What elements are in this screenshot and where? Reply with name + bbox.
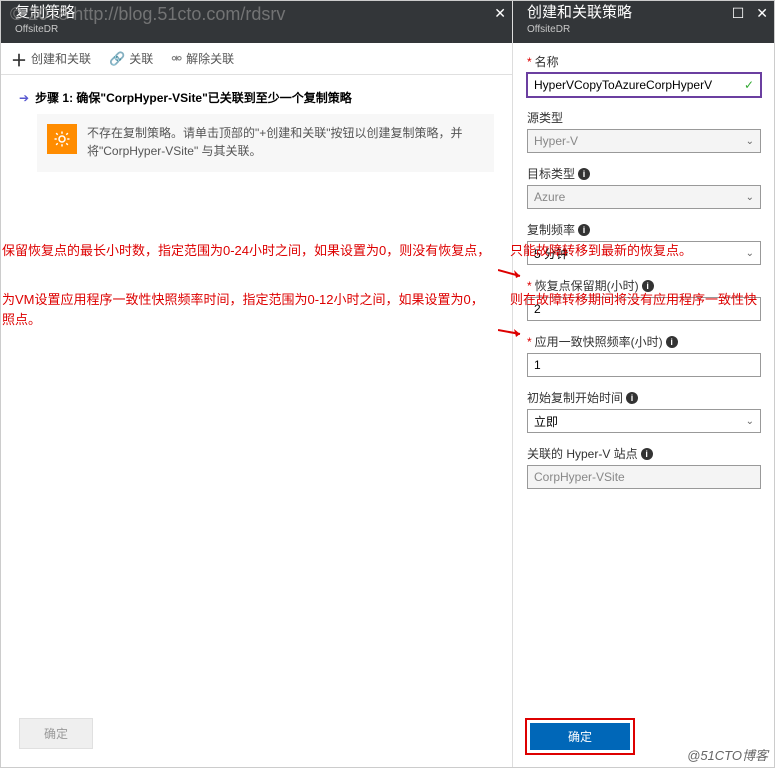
annotation-2a: 为VM设置应用程序一致性快照频率时间，指定范围为0-12小时之间，如果设置为0， (2, 289, 510, 311)
info-icon[interactable]: i (578, 168, 590, 180)
annotation-2c: 照点。 (2, 309, 41, 331)
annotation-1a: 保留恢复点的最长小时数，指定范围为0-24小时之间，如果设置为0，则没有恢复点， (2, 240, 510, 262)
input-app-snap-value: 1 (534, 358, 541, 372)
input-assoc-site: CorpHyper-VSite (527, 465, 761, 489)
left-footer: 确定 (1, 708, 512, 767)
field-app-snap: *应用一致快照频率(小时)i 1 (527, 333, 762, 377)
close-icon[interactable]: ✕ (494, 5, 506, 22)
watermark-top: © 2018 http://blog.51cto.com/rdsrv (10, 4, 285, 25)
right-panel: 创建和关联策略 OffsiteDR ☐ ✕ *名称 HyperVCopyToAz… (513, 1, 774, 767)
app-container: 复制策略 OffsiteDR ✕ ＋ 创建和关联 🔗 关联 ⚮ 解除关联 ➔ 步… (0, 0, 775, 768)
wrench-icon (47, 124, 77, 154)
plus-icon: ＋ (11, 47, 27, 71)
check-icon: ✓ (744, 78, 754, 92)
toolbar-link-label: 关联 (129, 50, 153, 67)
select-target-type[interactable]: Azure ⌄ (527, 185, 761, 209)
info-icon[interactable]: i (626, 392, 638, 404)
toolbar-unlink[interactable]: ⚮ 解除关联 (171, 50, 234, 67)
field-assoc-site: 关联的 Hyper-V 站点i CorpHyper-VSite (527, 445, 762, 489)
info-box: 不存在复制策略。请单击顶部的"+创建和关联"按钮以创建复制策略，并将"CorpH… (37, 114, 494, 172)
maximize-icon[interactable]: ☐ (732, 5, 745, 22)
info-icon[interactable]: i (641, 448, 653, 460)
right-panel-header: 创建和关联策略 OffsiteDR ☐ ✕ (513, 1, 774, 43)
toolbar-add-label: 创建和关联 (31, 50, 91, 67)
red-arrow-2 (498, 322, 528, 338)
label-copy-freq: 复制频率 (527, 221, 575, 238)
chevron-down-icon: ⌄ (746, 416, 754, 427)
label-app-snap: 应用一致快照频率(小时) (535, 333, 663, 350)
field-name: *名称 HyperVCopyToAzureCorpHyperV ✓ (527, 53, 762, 97)
label-source-type: 源类型 (527, 109, 563, 126)
info-icon[interactable]: i (578, 224, 590, 236)
input-name[interactable]: HyperVCopyToAzureCorpHyperV ✓ (527, 73, 761, 97)
select-target-type-value: Azure (534, 190, 565, 204)
info-text: 不存在复制策略。请单击顶部的"+创建和关联"按钮以创建复制策略，并将"CorpH… (87, 124, 482, 160)
label-init-time: 初始复制开始时间 (527, 389, 623, 406)
required-mark: * (527, 55, 532, 69)
red-arrow-1 (498, 262, 528, 278)
unlink-icon: ⚮ (171, 51, 182, 67)
input-assoc-site-value: CorpHyper-VSite (534, 470, 625, 484)
select-init-time[interactable]: 立即 ⌄ (527, 409, 761, 433)
left-panel: 复制策略 OffsiteDR ✕ ＋ 创建和关联 🔗 关联 ⚮ 解除关联 ➔ 步… (1, 1, 513, 767)
form-body: *名称 HyperVCopyToAzureCorpHyperV ✓ 源类型 Hy… (513, 43, 774, 706)
toolbar: ＋ 创建和关联 🔗 关联 ⚮ 解除关联 (1, 43, 512, 75)
watermark-bottom: @51CTO博客 (687, 745, 768, 764)
input-name-value: HyperVCopyToAzureCorpHyperV (534, 78, 712, 92)
step-arrow-icon: ➔ (19, 91, 29, 105)
toolbar-unlink-label: 解除关联 (186, 50, 234, 67)
field-target-type: 目标类型i Azure ⌄ (527, 165, 762, 209)
select-source-type[interactable]: Hyper-V ⌄ (527, 129, 761, 153)
toolbar-add[interactable]: ＋ 创建和关联 (11, 47, 91, 71)
left-ok-button[interactable]: 确定 (19, 718, 93, 749)
ok-button-highlight: 确定 (525, 718, 635, 755)
toolbar-link[interactable]: 🔗 关联 (109, 50, 153, 67)
chevron-down-icon: ⌄ (746, 136, 754, 147)
field-init-time: 初始复制开始时间i 立即 ⌄ (527, 389, 762, 433)
annotation-2b: 则在故障转移期间将没有应用程序一致性快 (510, 289, 776, 311)
label-name: 名称 (535, 53, 559, 70)
close-icon[interactable]: ✕ (756, 5, 768, 22)
step-text: 步骤 1: 确保"CorpHyper-VSite"已关联到至少一个复制策略 (35, 89, 352, 106)
annotation-1b: 只能故障转移到最新的恢复点。 (510, 240, 770, 262)
chevron-down-icon: ⌄ (746, 192, 754, 203)
info-icon[interactable]: i (666, 336, 678, 348)
right-panel-title: 创建和关联策略 (527, 3, 764, 23)
right-ok-button[interactable]: 确定 (530, 723, 630, 750)
input-app-snap[interactable]: 1 (527, 353, 761, 377)
label-assoc-site: 关联的 Hyper-V 站点 (527, 445, 638, 462)
select-source-type-value: Hyper-V (534, 134, 578, 148)
label-target-type: 目标类型 (527, 165, 575, 182)
link-icon: 🔗 (109, 51, 125, 67)
right-panel-subtitle: OffsiteDR (527, 23, 764, 36)
field-source-type: 源类型 Hyper-V ⌄ (527, 109, 762, 153)
select-init-time-value: 立即 (534, 413, 558, 430)
step-row: ➔ 步骤 1: 确保"CorpHyper-VSite"已关联到至少一个复制策略 (1, 75, 512, 114)
